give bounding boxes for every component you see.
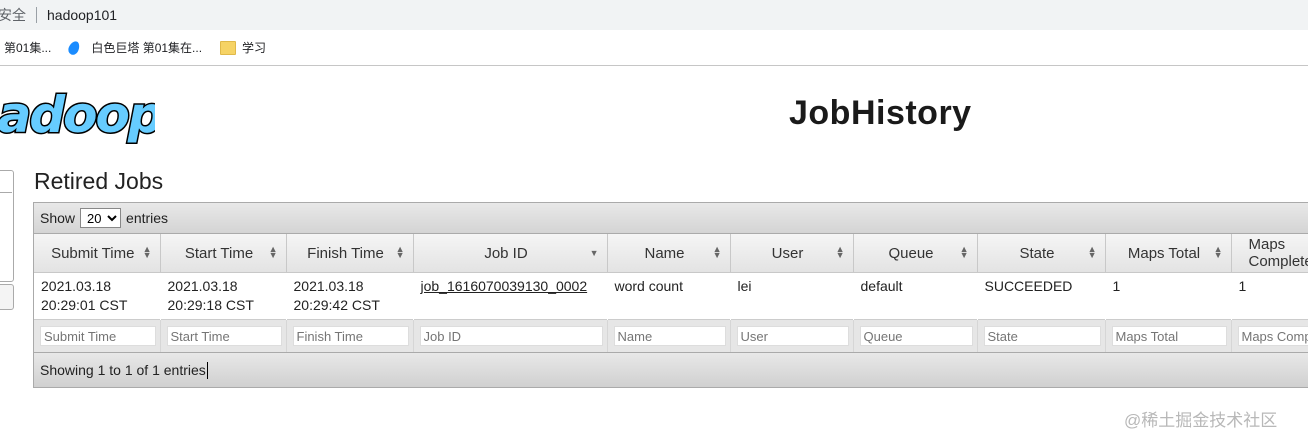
sort-icon: ▲ ▼ [1087, 244, 1097, 260]
bookmark-2[interactable]: 白色巨塔 第01集在... [66, 36, 203, 60]
sort-icon: ▲ ▼ [835, 244, 845, 260]
bookmark-label: 第01集... [4, 41, 52, 55]
filter-cell [730, 319, 854, 352]
folder-icon [220, 40, 237, 55]
filter-cell [286, 319, 414, 352]
time-text: 20:29:42 CST [293, 297, 380, 313]
column-header-state[interactable]: State ▲ ▼ [977, 234, 1106, 273]
column-header-maps-total[interactable]: Maps Total ▲ ▼ [1105, 234, 1232, 273]
time-text: 20:29:18 CST [167, 297, 254, 313]
column-label: Name [644, 244, 685, 262]
hadoop-logo: hadoop [0, 88, 155, 144]
bookmark-label: 白色巨塔 第01集在... [91, 41, 203, 55]
column-label: State [1019, 244, 1055, 262]
text-cursor [206, 361, 208, 379]
column-label: Finish Time [307, 244, 384, 262]
filter-finish-time-input[interactable] [292, 326, 409, 346]
time-text: 20:29:01 CST [41, 297, 128, 313]
show-label: Show [40, 210, 76, 226]
cell-name: word count [607, 272, 731, 320]
address-bar[interactable]: 安全 hadoop101 [0, 0, 1308, 30]
filter-user-input[interactable] [736, 326, 849, 346]
cell-queue: default [853, 272, 978, 320]
water-drop-icon [66, 39, 83, 56]
table-info-bar: Showing 1 to 1 of 1 entries [34, 352, 1308, 387]
filter-cell [413, 319, 608, 352]
filter-cell [160, 319, 287, 352]
sort-icon: ▲ ▼ [1213, 244, 1223, 260]
cell-finish-time: 2021.03.18 20:29:42 CST [286, 272, 414, 320]
column-label: Start Time [184, 244, 254, 262]
column-header-user[interactable]: User ▲ ▼ [730, 234, 854, 273]
column-label: Maps Total [1127, 244, 1201, 262]
date-text: 2021.03.18 [293, 278, 364, 294]
filter-state-input[interactable] [983, 326, 1101, 346]
bookmark-3[interactable]: 学习 [220, 36, 266, 60]
sort-icon: ▲ ▼ [712, 244, 722, 260]
filter-cell [1231, 319, 1308, 352]
column-label: User [771, 244, 804, 262]
cell-maps-completed: 1 [1231, 272, 1308, 320]
column-header-finish-time[interactable]: Finish Time ▲ ▼ [286, 234, 414, 273]
sort-icon: ▲ ▼ [142, 244, 152, 260]
cell-maps-total: 1 [1105, 272, 1232, 320]
sort-icon: ▲ ▼ [395, 244, 405, 260]
cell-user: lei [730, 272, 854, 320]
nav-button[interactable] [0, 284, 14, 310]
entries-label: entries [126, 210, 169, 226]
filter-maps-total-input[interactable] [1111, 326, 1227, 346]
filter-cell [853, 319, 978, 352]
column-header-queue[interactable]: Queue ▲ ▼ [853, 234, 978, 273]
cell-job-id: job_1616070039130_0002 [413, 272, 608, 320]
date-text: 2021.03.18 [167, 278, 238, 294]
url-text[interactable]: hadoop101 [47, 7, 117, 23]
cell-start-time: 2021.03.18 20:29:18 CST [160, 272, 287, 320]
filter-cell [977, 319, 1106, 352]
header-row: Submit Time ▲ ▼ Start Time ▲ ▼ Finish Time ▲ ▼… [34, 234, 1308, 273]
jobs-table-wrapper: Show 20 entries Submit Time ▲ ▼ Start Time… [33, 202, 1308, 388]
date-text: 2021.03.18 [41, 278, 112, 294]
nav-divider [0, 192, 12, 193]
column-label: Queue [888, 244, 934, 262]
filter-start-time-input[interactable] [166, 326, 282, 346]
filter-submit-time-input[interactable] [40, 326, 156, 346]
column-header-submit-time[interactable]: Submit Time ▲ ▼ [34, 234, 161, 273]
filter-cell [1105, 319, 1232, 352]
logo-text: hadoop [0, 88, 155, 144]
table-length-control: Show 20 entries [34, 203, 1308, 234]
column-header-maps-completed[interactable]: Maps Completed [1231, 234, 1308, 273]
bookmarks-bar: 第01集... 白色巨塔 第01集在... 学习 [0, 30, 1308, 66]
filter-name-input[interactable] [613, 326, 726, 346]
jobs-table: Submit Time ▲ ▼ Start Time ▲ ▼ Finish Time ▲ ▼… [34, 234, 1308, 352]
filter-queue-input[interactable] [859, 326, 973, 346]
watermark: @稀土掘金技术社区 [1124, 411, 1278, 430]
page-length-select[interactable]: 20 [80, 208, 122, 228]
sort-icon: ▲ ▼ [268, 244, 278, 260]
column-header-start-time[interactable]: Start Time ▲ ▼ [160, 234, 287, 273]
section-title: Retired Jobs [34, 168, 164, 194]
cell-submit-time: 2021.03.18 20:29:01 CST [34, 272, 161, 320]
bookmark-1[interactable]: 第01集... [4, 36, 51, 60]
table-row: 2021.03.18 20:29:01 CST 2021.03.18 20:29:1… [34, 272, 1308, 320]
column-label: Submit Time [51, 244, 135, 262]
column-label: Maps Completed [1248, 236, 1308, 270]
nav-panel[interactable] [0, 170, 14, 282]
filter-cell [607, 319, 731, 352]
filter-row [34, 319, 1308, 352]
filter-maps-completed-input[interactable] [1237, 326, 1308, 346]
sort-icon: ▲ ▼ [959, 244, 969, 260]
column-label: Job ID [484, 244, 528, 262]
page-title: JobHistory [789, 94, 972, 132]
bookmark-label: 学习 [242, 41, 267, 55]
column-header-name[interactable]: Name ▲ ▼ [607, 234, 731, 273]
table-info: Showing 1 to 1 of 1 entries [40, 362, 206, 378]
cell-state: SUCCEEDED [977, 272, 1106, 320]
filter-job-id-input[interactable] [419, 326, 603, 346]
job-id-link[interactable]: job_1616070039130_0002 [421, 278, 588, 294]
column-header-job-id[interactable]: Job ID ▼ [413, 234, 608, 273]
filter-cell [34, 319, 161, 352]
address-separator [36, 7, 37, 23]
sort-desc-icon: ▼ [589, 248, 599, 258]
security-indicator[interactable]: 安全 [0, 5, 26, 25]
